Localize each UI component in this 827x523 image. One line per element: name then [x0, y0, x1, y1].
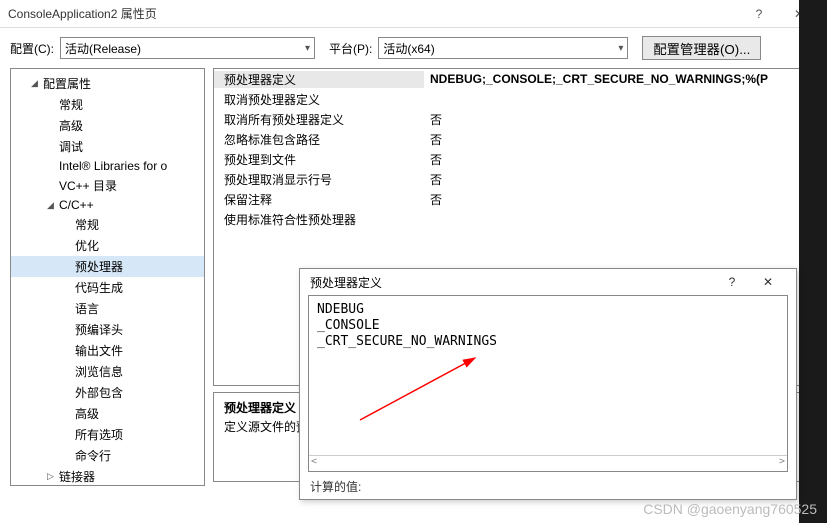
property-row[interactable]: 保留注释否: [214, 189, 816, 209]
tree-item-label: Intel® Libraries for o: [59, 159, 167, 173]
popup-titlebar: 预处理器定义 ? ✕: [300, 269, 796, 295]
tree-item[interactable]: 预处理器: [11, 256, 204, 277]
tree-item[interactable]: 外部包含: [11, 382, 204, 403]
tree-item-label: 预处理器: [75, 258, 123, 275]
platform-value: 活动(x64): [383, 40, 434, 57]
tree-item[interactable]: 所有选项: [11, 424, 204, 445]
config-label: 配置(C):: [10, 40, 54, 57]
tree-caret-icon: ◢: [47, 200, 57, 211]
window-title: ConsoleApplication2 属性页: [8, 5, 739, 22]
property-key: 取消预处理器定义: [214, 91, 424, 108]
tree-item[interactable]: 常规: [11, 94, 204, 115]
scroll-right-icon[interactable]: >: [779, 456, 785, 471]
property-tree[interactable]: ◢配置属性常规高级调试Intel® Libraries for oVC++ 目录…: [10, 68, 205, 486]
property-key: 使用标准符合性预处理器: [214, 211, 424, 228]
tree-item[interactable]: Intel® Libraries for o: [11, 157, 204, 175]
tree-item[interactable]: ◢C/C++: [11, 196, 204, 214]
tree-item[interactable]: 浏览信息: [11, 361, 204, 382]
config-row: 配置(C): 活动(Release) ▾ 平台(P): 活动(x64) ▾ 配置…: [0, 28, 827, 68]
popup-close-button[interactable]: ✕: [750, 275, 786, 289]
popup-textarea[interactable]: NDEBUG_CONSOLE_CRT_SECURE_NO_WARNINGS < …: [308, 295, 788, 472]
tree-item-label: 浏览信息: [75, 363, 123, 380]
tree-item[interactable]: 输出文件: [11, 340, 204, 361]
tree-item-label: 输出文件: [75, 342, 123, 359]
property-row[interactable]: 预处理器定义NDEBUG;_CONSOLE;_CRT_SECURE_NO_WAR…: [214, 69, 816, 89]
property-key: 取消所有预处理器定义: [214, 111, 424, 128]
tree-item-label: 预编译头: [75, 321, 123, 338]
property-row[interactable]: 预处理取消显示行号否: [214, 169, 816, 189]
tree-item-label: 调试: [59, 138, 83, 155]
popup-line: _CONSOLE: [317, 318, 779, 334]
tree-item-label: 代码生成: [75, 279, 123, 296]
tree-item-label: C/C++: [59, 198, 94, 212]
tree-item-label: 优化: [75, 237, 99, 254]
popup-footer-label: 计算的值:: [300, 476, 796, 499]
tree-item-label: 常规: [59, 96, 83, 113]
tree-item[interactable]: ◢配置属性: [11, 73, 204, 94]
tree-item[interactable]: 高级: [11, 403, 204, 424]
config-combo[interactable]: 活动(Release) ▾: [60, 37, 315, 59]
property-key: 预处理到文件: [214, 151, 424, 168]
property-key: 忽略标准包含路径: [214, 131, 424, 148]
tree-item-label: VC++ 目录: [59, 177, 117, 194]
property-row[interactable]: 忽略标准包含路径否: [214, 129, 816, 149]
tree-item[interactable]: VC++ 目录: [11, 175, 204, 196]
property-value: 否: [424, 171, 816, 188]
tree-item-label: 高级: [75, 405, 99, 422]
tree-item-label: 所有选项: [75, 426, 123, 443]
property-key: 预处理取消显示行号: [214, 171, 424, 188]
tree-item-label: 配置属性: [43, 75, 91, 92]
platform-label: 平台(P):: [329, 40, 372, 57]
property-value: 否: [424, 191, 816, 208]
popup-help-button[interactable]: ?: [714, 275, 750, 289]
chevron-down-icon: ▾: [305, 43, 310, 54]
property-key: 预处理器定义: [214, 71, 424, 88]
tree-item-label: 常规: [75, 216, 99, 233]
tree-item[interactable]: 命令行: [11, 445, 204, 466]
tree-item[interactable]: 常规: [11, 214, 204, 235]
chevron-down-icon: ▾: [618, 43, 623, 54]
tree-item-label: 命令行: [75, 447, 111, 464]
watermark: CSDN @gaoenyang760525: [643, 501, 817, 517]
preprocessor-popup: 预处理器定义 ? ✕ NDEBUG_CONSOLE_CRT_SECURE_NO_…: [299, 268, 797, 500]
tree-item[interactable]: 优化: [11, 235, 204, 256]
property-value: 否: [424, 131, 816, 148]
tree-item-label: 语言: [75, 300, 99, 317]
tree-caret-icon: ▷: [47, 471, 57, 482]
config-value: 活动(Release): [65, 40, 141, 57]
tree-item-label: 外部包含: [75, 384, 123, 401]
tree-item-label: 链接器: [59, 468, 95, 485]
tree-item[interactable]: 语言: [11, 298, 204, 319]
tree-item[interactable]: 高级: [11, 115, 204, 136]
popup-title-text: 预处理器定义: [310, 274, 714, 291]
popup-line: _CRT_SECURE_NO_WARNINGS: [317, 334, 779, 350]
tree-item[interactable]: 预编译头: [11, 319, 204, 340]
tree-item-label: 高级: [59, 117, 83, 134]
tree-item[interactable]: 代码生成: [11, 277, 204, 298]
tree-caret-icon: ◢: [31, 78, 41, 89]
property-value: 否: [424, 111, 816, 128]
popup-line: NDEBUG: [317, 302, 779, 318]
titlebar: ConsoleApplication2 属性页 ? ✕: [0, 0, 827, 28]
help-button[interactable]: ?: [739, 7, 779, 21]
property-key: 保留注释: [214, 191, 424, 208]
property-row[interactable]: 取消预处理器定义: [214, 89, 816, 109]
property-row[interactable]: 取消所有预处理器定义否: [214, 109, 816, 129]
property-row[interactable]: 使用标准符合性预处理器: [214, 209, 816, 229]
config-manager-button[interactable]: 配置管理器(O)...: [642, 36, 761, 60]
popup-scrollbar[interactable]: < >: [309, 455, 787, 471]
platform-combo[interactable]: 活动(x64) ▾: [378, 37, 628, 59]
property-value: 否: [424, 151, 816, 168]
property-value: NDEBUG;_CONSOLE;_CRT_SECURE_NO_WARNINGS;…: [424, 72, 816, 86]
tree-item[interactable]: 调试: [11, 136, 204, 157]
scroll-left-icon[interactable]: <: [311, 456, 317, 471]
tree-item[interactable]: ▷链接器: [11, 466, 204, 486]
property-row[interactable]: 预处理到文件否: [214, 149, 816, 169]
editor-dark-strip: [799, 0, 827, 523]
